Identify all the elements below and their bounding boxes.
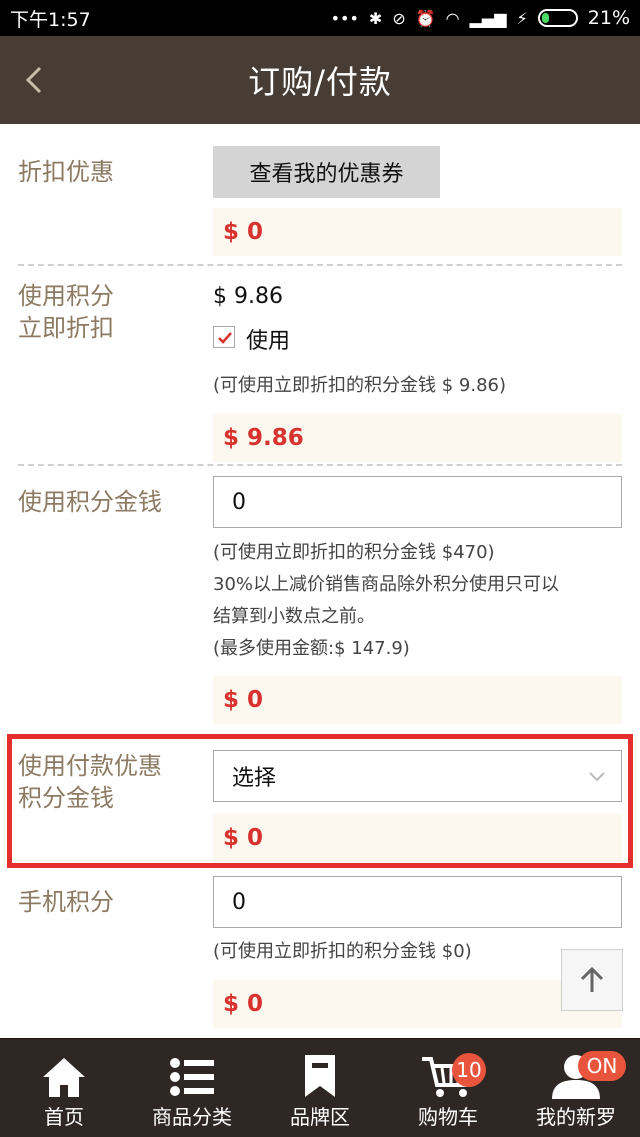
payment-points-label-2: 积分金钱 xyxy=(18,784,114,812)
chevron-down-icon xyxy=(589,772,605,782)
tab-home-label: 首页 xyxy=(44,1105,84,1129)
mobile-points-label: 手机积分 xyxy=(18,888,114,916)
payment-points-amount: $ 0 xyxy=(213,814,622,862)
status-icons: ••• ✱ ⊘ ⏰ ◠ ▂▄▆ ⚡ 21% xyxy=(331,7,630,29)
points-money-note-4: (最多使用金额:$ 147.9) xyxy=(213,638,410,659)
points-money-label: 使用积分金钱 xyxy=(18,488,162,516)
bluetooth-icon: ✱ xyxy=(368,8,383,28)
more-icon: ••• xyxy=(330,8,359,28)
chevron-left-icon xyxy=(25,66,42,94)
charging-icon: ⚡ xyxy=(516,8,528,28)
alarm-icon: ⏰ xyxy=(415,8,436,28)
arrow-up-icon xyxy=(580,966,604,992)
tab-brands[interactable]: 品牌区 xyxy=(256,1039,384,1137)
list-icon xyxy=(170,1058,214,1096)
payment-points-select-value: 选择 xyxy=(232,766,277,791)
battery-percent: 21% xyxy=(587,7,630,29)
cart-count-badge: 10 xyxy=(452,1053,486,1087)
mute-icon: ⊘ xyxy=(392,8,406,28)
tab-my-account-label: 我的新罗 xyxy=(536,1105,616,1129)
divider xyxy=(18,464,622,466)
bottom-tab-bar: 首页 商品分类 品牌区 购物车 10 我的新罗 ON xyxy=(0,1038,640,1137)
payment-points-label-1: 使用付款优惠 xyxy=(18,752,162,780)
points-instant-amount: $ 9.86 xyxy=(213,414,622,462)
status-bar: 下午1:57 ••• ✱ ⊘ ⏰ ◠ ▂▄▆ ⚡ 21% xyxy=(0,0,640,36)
points-instant-label-1: 使用积分 xyxy=(18,282,114,310)
home-icon xyxy=(43,1058,85,1097)
discount-amount: $ 0 xyxy=(213,208,622,256)
points-money-note-2: 30%以上减价销售商品除外积分使用只可以 xyxy=(213,574,560,595)
login-status-badge: ON xyxy=(578,1051,626,1081)
tab-cart[interactable]: 购物车 10 xyxy=(384,1039,512,1137)
app-header: 订购/付款 xyxy=(0,36,640,124)
tab-categories-label: 商品分类 xyxy=(152,1105,232,1129)
points-money-amount: $ 0 xyxy=(213,676,622,724)
use-points-checkbox[interactable] xyxy=(213,326,235,348)
divider xyxy=(18,264,622,266)
tab-cart-label: 购物车 xyxy=(418,1105,478,1129)
bookmark-icon xyxy=(305,1055,335,1097)
discount-label: 折扣优惠 xyxy=(18,158,114,186)
points-money-note-3: 结算到小数点之前。 xyxy=(213,606,375,627)
payment-points-select[interactable]: 选择 xyxy=(213,750,622,802)
tab-my-account[interactable]: 我的新罗 ON xyxy=(512,1039,640,1137)
page-title: 订购/付款 xyxy=(248,63,392,101)
points-instant-value: $ 9.86 xyxy=(213,284,283,309)
mobile-points-input[interactable]: 0 xyxy=(213,876,622,928)
points-instant-label-2: 立即折扣 xyxy=(18,314,114,342)
order-form: 折扣优惠 查看我的优惠券 $ 0 使用积分 立即折扣 $ 9.86 使用 (可使… xyxy=(0,124,640,1038)
points-money-note-1: (可使用立即折扣的积分金钱 $470) xyxy=(213,542,495,563)
battery-icon xyxy=(537,9,578,27)
wifi-icon: ◠ xyxy=(445,8,460,28)
tab-categories[interactable]: 商品分类 xyxy=(128,1039,256,1137)
view-coupons-button[interactable]: 查看我的优惠券 xyxy=(213,146,440,198)
use-points-checkbox-label: 使用 xyxy=(246,329,291,354)
signal-icon: ▂▄▆ xyxy=(469,8,507,28)
status-time: 下午1:57 xyxy=(10,8,91,31)
tab-home[interactable]: 首页 xyxy=(0,1039,128,1137)
tab-brands-label: 品牌区 xyxy=(290,1105,350,1129)
scroll-to-top-button[interactable] xyxy=(561,949,623,1011)
points-money-input[interactable]: 0 xyxy=(213,476,622,528)
points-instant-note: (可使用立即折扣的积分金钱 $ 9.86) xyxy=(213,375,507,396)
back-button[interactable] xyxy=(14,58,54,102)
check-icon xyxy=(218,332,232,344)
